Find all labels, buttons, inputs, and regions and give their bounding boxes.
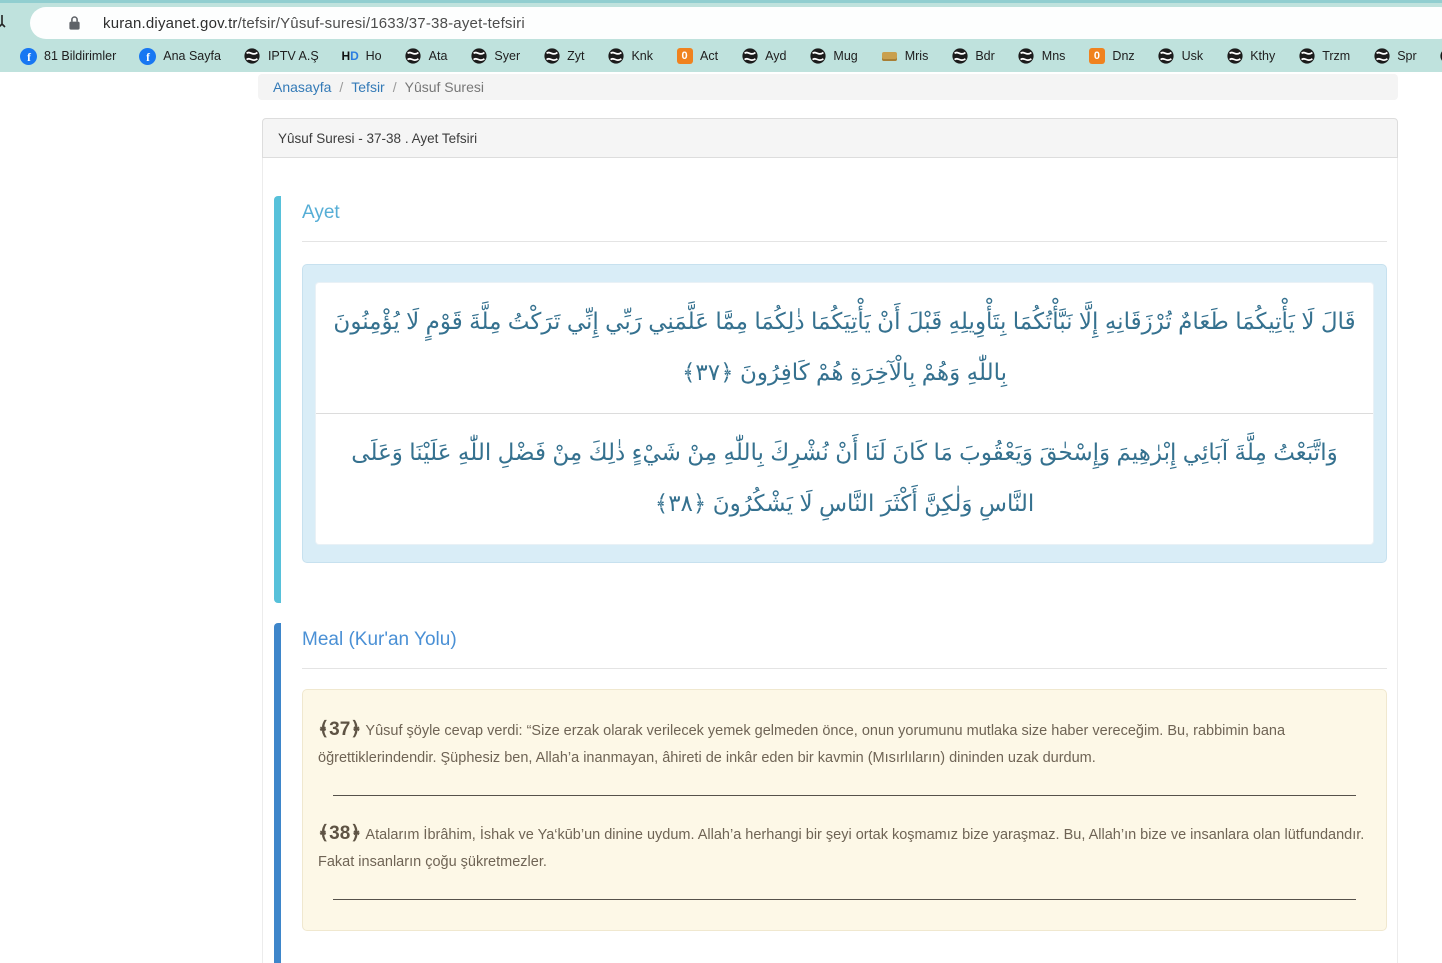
browser-chrome: kuran.diyanet.gov.tr/tefsir/Yûsuf-suresi… — [0, 0, 1442, 75]
bookmark-label: Mns — [1042, 49, 1066, 63]
globe-icon — [470, 48, 487, 65]
tefsir-card: Yûsuf Suresi - 37-38 . Ayet Tefsiri Ayet… — [262, 118, 1398, 963]
meal-title-divider — [302, 668, 1387, 669]
bookmark-item[interactable]: 0 Act — [670, 46, 724, 67]
facebook-icon: f — [20, 48, 37, 65]
ayet-section-title: Ayet — [302, 196, 1387, 224]
partial-extension-icon — [0, 14, 9, 37]
bookmark-item[interactable]: Mug — [803, 46, 863, 67]
arabic-verse-38: وَاتَّبَعْتُ مِلَّةَ آبَائِي إِبْرٰهِيمَ… — [316, 414, 1373, 544]
zero-icon: 0 — [676, 48, 693, 65]
bookmark-item[interactable]: Ayd — [735, 46, 792, 67]
bookmark-label: Syer — [494, 49, 520, 63]
arabic-verse-37: قَالَ لَا يَأْتِيكُمَا طَعَامٌ تُرْزَقَا… — [316, 283, 1373, 413]
bookmark-item[interactable]: Tkn — [1434, 46, 1442, 67]
bookmark-item[interactable]: Mns — [1012, 46, 1072, 67]
bookmark-label: Ana Sayfa — [163, 49, 221, 63]
bookmark-label: Zyt — [567, 49, 584, 63]
bookmark-label: 81 Bildirimler — [44, 49, 116, 63]
bookmark-item[interactable]: Kthy — [1220, 46, 1281, 67]
bookmark-label: IPTV A.Ş — [268, 49, 319, 63]
zero-icon: 0 — [1088, 48, 1105, 65]
meal-paragraph-38: ﴾38﴿Atalarım İbrâhim, İshak ve Ya‘kūb’un… — [318, 820, 1371, 876]
verse-number-badge: ﴾37﴿ — [318, 719, 361, 740]
url-domain: kuran.diyanet.gov.tr — [103, 15, 238, 32]
meal-text: Yûsuf şöyle cevap verdi: “Size erzak ola… — [318, 723, 1285, 766]
bookmark-item[interactable]: Usk — [1152, 46, 1210, 67]
globe-icon — [405, 48, 422, 65]
address-bar-row: kuran.diyanet.gov.tr/tefsir/Yûsuf-suresi… — [0, 0, 1442, 40]
bookmark-item[interactable]: IPTV A.Ş — [238, 46, 325, 67]
card-body: Ayet قَالَ لَا يَأْتِيكُمَا طَعَامٌ تُرْ… — [262, 158, 1398, 963]
bookmark-item[interactable]: Spr — [1367, 46, 1422, 67]
bookmark-label: Mug — [833, 49, 857, 63]
bookmark-label: Ata — [429, 49, 448, 63]
url-text[interactable]: kuran.diyanet.gov.tr/tefsir/Yûsuf-suresi… — [103, 15, 525, 32]
svg-text:f: f — [146, 52, 150, 64]
section-ayet: Ayet قَالَ لَا يَأْتِيكُمَا طَعَامٌ تُرْ… — [274, 196, 1387, 603]
bookmark-item[interactable]: Mris — [875, 46, 935, 67]
bookmark-label: Knk — [631, 49, 653, 63]
bookmark-label: Ho — [366, 49, 382, 63]
globe-icon — [741, 48, 758, 65]
bookmark-item[interactable]: f Ana Sayfa — [133, 46, 227, 67]
bookmark-item[interactable]: Trzm — [1292, 46, 1356, 67]
bookmark-item[interactable]: Syer — [464, 46, 526, 67]
bookmark-label: Ayd — [765, 49, 786, 63]
breadcrumb-separator: / — [339, 79, 343, 95]
breadcrumb: Anasayfa / Tefsir / Yûsuf Suresi — [258, 74, 1398, 100]
address-bar[interactable]: kuran.diyanet.gov.tr/tefsir/Yûsuf-suresi… — [30, 7, 1442, 39]
bookmark-label: Usk — [1182, 49, 1204, 63]
gold-icon — [881, 48, 898, 65]
svg-text:f: f — [27, 52, 31, 64]
page-title: Yûsuf Suresi - 37-38 . Ayet Tefsiri — [278, 131, 477, 146]
bookmark-label: Kthy — [1250, 49, 1275, 63]
globe-icon — [1298, 48, 1315, 65]
bookmark-item[interactable]: Knk — [601, 46, 659, 67]
meal-text: Atalarım İbrâhim, İshak ve Ya‘kūb’un din… — [318, 827, 1364, 870]
meal-panel: ﴾37﴿Yûsuf şöyle cevap verdi: “Size erzak… — [302, 689, 1387, 931]
meal-divider — [333, 899, 1356, 900]
breadcrumb-item-y-suf-suresi: Yûsuf Suresi — [405, 79, 484, 95]
globe-icon — [543, 48, 560, 65]
globe-icon — [607, 48, 624, 65]
meal-paragraph-37: ﴾37﴿Yûsuf şöyle cevap verdi: “Size erzak… — [318, 716, 1371, 772]
bookmark-item[interactable]: Zyt — [537, 46, 590, 67]
globe-icon — [1158, 48, 1175, 65]
url-path: /tefsir/Yûsuf-suresi/1633/37-38-ayet-tef… — [238, 15, 525, 32]
bookmarks-bar: f 81 Bildirimler f Ana Sayfa IPTV A.Ş HD Ho Ata… — [0, 40, 1442, 72]
card-header: Yûsuf Suresi - 37-38 . Ayet Tefsiri — [262, 118, 1398, 158]
bookmark-label: Bdr — [975, 49, 994, 63]
globe-icon — [951, 48, 968, 65]
lock-icon[interactable] — [68, 15, 81, 31]
bookmark-item[interactable]: 0 Dnz — [1082, 46, 1140, 67]
globe-icon — [244, 48, 261, 65]
globe-icon — [809, 48, 826, 65]
globe-icon — [1018, 48, 1035, 65]
ayet-title-divider — [302, 241, 1387, 242]
globe-icon — [1373, 48, 1390, 65]
bookmark-label: Act — [700, 49, 718, 63]
bookmark-item[interactable]: Bdr — [945, 46, 1000, 67]
bookmark-label: Mris — [905, 49, 929, 63]
bookmark-item[interactable]: HD Ho — [336, 46, 388, 67]
bookmark-label: Spr — [1397, 49, 1416, 63]
hd-icon: HD — [342, 48, 359, 65]
meal-section-title: Meal (Kur'an Yolu) — [302, 623, 1387, 651]
bookmark-item[interactable]: Ata — [399, 46, 454, 67]
facebook-icon: f — [139, 48, 156, 65]
verse-number-badge: ﴾38﴿ — [318, 823, 361, 844]
breadcrumb-item-anasayfa[interactable]: Anasayfa — [273, 79, 331, 95]
verse-box: قَالَ لَا يَأْتِيكُمَا طَعَامٌ تُرْزَقَا… — [316, 283, 1373, 544]
bookmark-label: Trzm — [1322, 49, 1350, 63]
meal-divider — [333, 795, 1356, 796]
ayet-panel: قَالَ لَا يَأْتِيكُمَا طَعَامٌ تُرْزَقَا… — [302, 264, 1387, 563]
section-meal: Meal (Kur'an Yolu) ﴾37﴿Yûsuf şöyle cevap… — [274, 623, 1387, 963]
bookmark-label: Dnz — [1112, 49, 1134, 63]
globe-icon — [1226, 48, 1243, 65]
breadcrumb-item-tefsir[interactable]: Tefsir — [351, 79, 384, 95]
bookmark-item[interactable]: f 81 Bildirimler — [14, 46, 122, 67]
breadcrumb-separator: / — [393, 79, 397, 95]
